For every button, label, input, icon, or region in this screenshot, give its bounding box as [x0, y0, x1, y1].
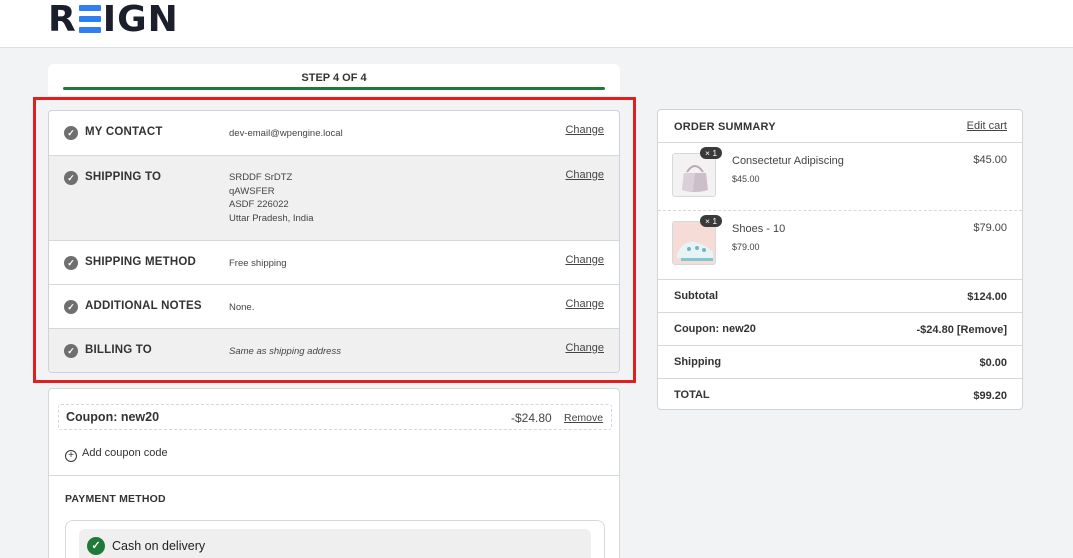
order-summary-header: ORDER SUMMARY Edit cart [658, 110, 1022, 143]
total-value: $99.20 [973, 390, 1007, 402]
reign-logo[interactable]: R IGN [48, 1, 179, 39]
quantity-badge: × 1 [700, 147, 723, 159]
bag-thumbnail-icon [672, 153, 716, 197]
cart-item: × 1 Consectetur Adipiscing $45.00 $45.00 [658, 143, 1022, 211]
applied-coupon: Coupon: new20 -$24.80 Remove [58, 404, 612, 430]
logo-letters-ign: IGN [102, 0, 179, 40]
step-value: Free shipping [229, 258, 287, 269]
subtotal-value: $124.00 [967, 291, 1007, 303]
step-row-shipping-to: ✓ SHIPPING TO SRDDF SrDTZ qAWSFER ASDF 2… [49, 156, 619, 241]
step-value: dev-email@wpengine.local [229, 128, 343, 139]
step-label: ADDITIONAL NOTES [85, 300, 202, 312]
check-icon: ✓ [64, 344, 78, 358]
logo-letter-r: R [48, 0, 77, 40]
checkout-progress: STEP 4 OF 4 [48, 64, 620, 96]
step-value: Same as shipping address [229, 346, 341, 357]
quantity-badge: × 1 [700, 215, 723, 227]
subtotal-row: Subtotal $124.00 [658, 279, 1022, 312]
add-coupon-label: Add coupon code [82, 447, 168, 459]
address-line: SRDDF SrDTZ [229, 172, 293, 183]
step-label: BILLING TO [85, 344, 152, 356]
address-line: Uttar Pradesh, India [229, 212, 314, 224]
coupon-discount: -$24.80 [916, 324, 954, 336]
checkmark-circle-icon: ✓ [87, 537, 105, 555]
coupon-value: -$24.80 [Remove] [917, 324, 1008, 336]
payment-options: ✓ Cash on delivery [65, 520, 605, 558]
cart-item: × 1 Shoes - 10 $79.00 $79.00 [658, 211, 1022, 279]
shipping-value: $0.00 [979, 357, 1007, 369]
progress-bar [63, 87, 605, 90]
step-label: SHIPPING TO [85, 171, 162, 183]
check-icon: ✓ [64, 300, 78, 314]
step-row-contact: ✓ MY CONTACT dev-email@wpengine.local Ch… [49, 111, 619, 156]
change-shipping-method-link[interactable]: Change [565, 254, 604, 266]
summary-remove-coupon-link[interactable]: [Remove] [957, 324, 1007, 336]
payment-option-label: Cash on delivery [112, 539, 206, 553]
payment-option-cod[interactable]: ✓ Cash on delivery [79, 529, 591, 558]
item-unit-price: $79.00 [732, 242, 760, 252]
change-billing-link[interactable]: Change [565, 342, 604, 354]
coupon-row: Coupon: new20 -$24.80 [Remove] [658, 312, 1022, 345]
coupon-amount: -$24.80 [511, 411, 552, 425]
add-coupon-button[interactable]: + Add coupon code [65, 447, 168, 462]
plus-circle-icon: + [65, 450, 77, 462]
step-indicator: STEP 4 OF 4 [301, 72, 367, 84]
edit-cart-link[interactable]: Edit cart [967, 120, 1007, 132]
coupon-name: Coupon: new20 [66, 410, 160, 424]
step-row-billing: ✓ BILLING TO Same as shipping address Ch… [49, 329, 619, 372]
total-row: TOTAL $99.20 [658, 378, 1022, 411]
divider [49, 475, 619, 476]
shipping-address: SRDDF SrDTZ qAWSFER ASDF 226022 Uttar Pr… [229, 171, 314, 225]
order-summary-title: ORDER SUMMARY [674, 121, 776, 133]
address-line: ASDF 226022 [229, 199, 289, 210]
step-row-shipping-method: ✓ SHIPPING METHOD Free shipping Change [49, 241, 619, 285]
item-name: Shoes - 10 [732, 223, 786, 235]
address-line: qAWSFER [229, 185, 275, 197]
payment-method-title: PAYMENT METHOD [65, 493, 166, 505]
step-label: MY CONTACT [85, 126, 163, 138]
payment-panel: Coupon: new20 -$24.80 Remove + Add coupon… [48, 388, 620, 558]
coupon-label: Coupon: new20 [674, 323, 756, 335]
item-price: $79.00 [973, 222, 1007, 234]
step-row-additional-notes: ✓ ADDITIONAL NOTES None. Change [49, 285, 619, 329]
review-steps-panel: ✓ MY CONTACT dev-email@wpengine.local Ch… [48, 110, 620, 373]
change-notes-link[interactable]: Change [565, 298, 604, 310]
change-contact-link[interactable]: Change [565, 124, 604, 136]
step-label: SHIPPING METHOD [85, 256, 196, 268]
shoe-thumbnail-icon [672, 221, 716, 265]
item-price: $45.00 [973, 154, 1007, 166]
check-icon: ✓ [64, 256, 78, 270]
logo-e-icon [78, 5, 101, 33]
change-shipping-address-link[interactable]: Change [565, 169, 604, 181]
shipping-label: Shipping [674, 356, 722, 368]
shipping-row: Shipping $0.00 [658, 345, 1022, 378]
check-icon: ✓ [64, 126, 78, 140]
item-name: Consectetur Adipiscing [732, 155, 844, 167]
check-icon: ✓ [64, 171, 78, 185]
item-unit-price: $45.00 [732, 174, 760, 184]
subtotal-label: Subtotal [674, 290, 718, 302]
remove-coupon-link[interactable]: Remove [564, 412, 603, 424]
order-summary: ORDER SUMMARY Edit cart × 1 Consectetur … [657, 109, 1023, 410]
total-label: TOTAL [674, 389, 710, 401]
step-value: None. [229, 302, 255, 313]
site-header: R IGN [0, 0, 1073, 48]
